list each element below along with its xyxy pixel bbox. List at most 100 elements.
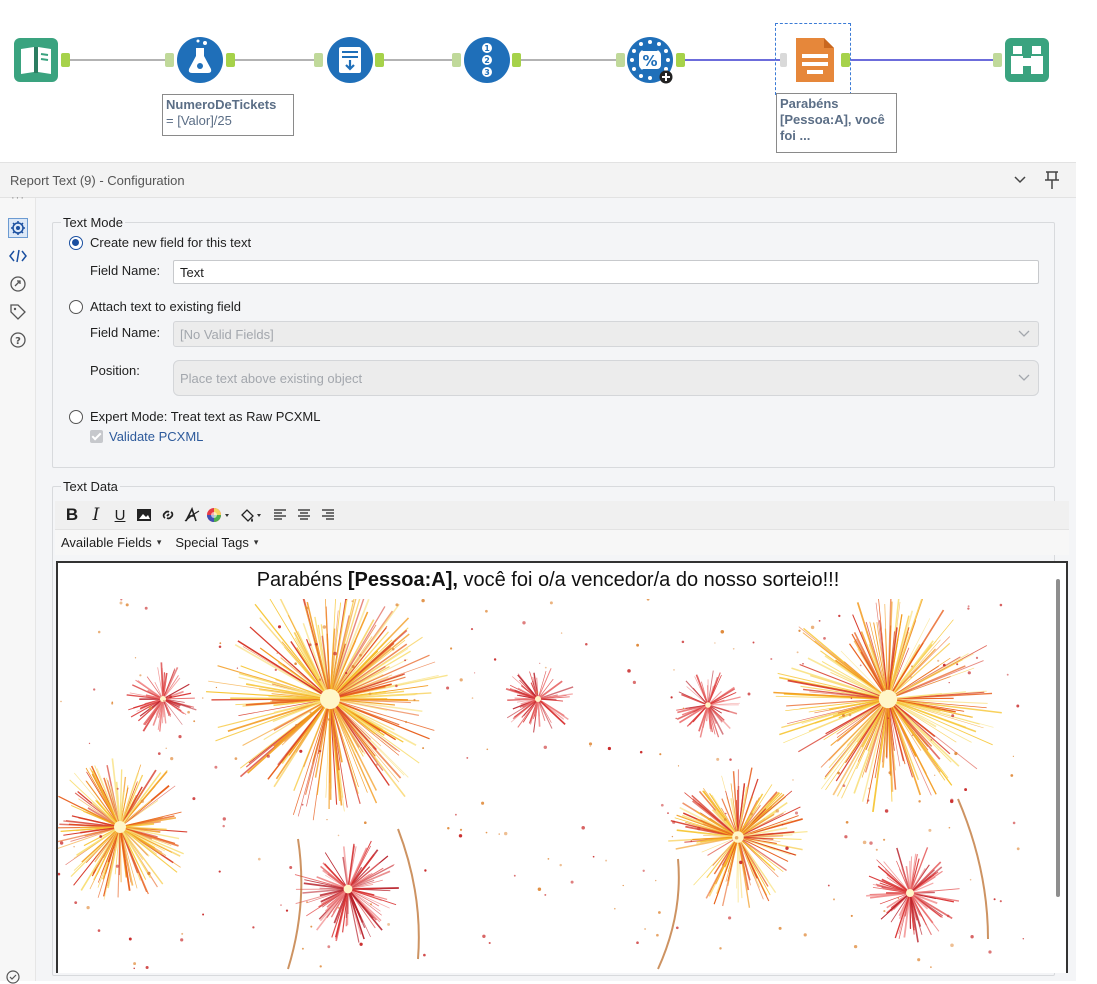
validate-pcxml-checkbox[interactable] bbox=[90, 430, 103, 443]
align-right-icon bbox=[321, 509, 335, 521]
annotation-line: [Pessoa:A], você bbox=[780, 112, 893, 128]
attach-field-radio[interactable] bbox=[69, 300, 83, 314]
expert-mode-radio[interactable] bbox=[69, 410, 83, 424]
input-anchor[interactable] bbox=[780, 53, 787, 67]
annotation-line: foi ... bbox=[780, 128, 893, 144]
configuration-content: Text Mode Create new field for this text… bbox=[36, 198, 1076, 981]
highlight-color-button[interactable] bbox=[237, 504, 267, 526]
percent-dots-icon: % bbox=[626, 36, 674, 84]
align-center-button[interactable] bbox=[293, 504, 315, 526]
font-button[interactable] bbox=[181, 504, 203, 526]
align-left-button[interactable] bbox=[269, 504, 291, 526]
input-data-tool[interactable] bbox=[12, 36, 60, 84]
expert-mode-option[interactable]: Expert Mode: Treat text as Raw PCXML bbox=[69, 409, 320, 424]
image-button[interactable] bbox=[133, 504, 155, 526]
record-id-tool[interactable]: 1 2 3 bbox=[463, 36, 511, 84]
random-sample-tool[interactable]: % bbox=[626, 36, 674, 84]
font-icon bbox=[183, 507, 201, 523]
output-anchor[interactable] bbox=[676, 53, 685, 67]
link-icon bbox=[160, 507, 176, 523]
chevron-down-icon[interactable] bbox=[1013, 172, 1027, 186]
position-select[interactable]: Place text above existing object bbox=[173, 360, 1039, 396]
configuration-header: Report Text (9) - Configuration bbox=[0, 162, 1076, 198]
binoculars-icon bbox=[1003, 36, 1051, 84]
create-field-radio[interactable] bbox=[69, 236, 83, 250]
connection-icon[interactable] bbox=[8, 274, 28, 294]
validate-pcxml-label: Validate PCXML bbox=[109, 429, 203, 444]
special-tags-menu[interactable]: Special Tags ▾ bbox=[175, 535, 258, 550]
svg-text:1: 1 bbox=[484, 44, 490, 53]
input-anchor[interactable] bbox=[314, 53, 323, 67]
available-fields-label: Available Fields bbox=[61, 535, 152, 550]
fireworks-image bbox=[58, 599, 1038, 973]
create-field-option[interactable]: Create new field for this text bbox=[69, 235, 251, 250]
content-suffix: você foi o/a vencedor/a do nosso sorteio… bbox=[458, 569, 839, 591]
attach-field-select[interactable]: [No Valid Fields] bbox=[173, 321, 1039, 347]
svg-text:?: ? bbox=[15, 336, 21, 347]
align-center-icon bbox=[297, 509, 311, 521]
text-mode-legend: Text Mode bbox=[61, 215, 125, 230]
field-name-label: Field Name: bbox=[90, 263, 160, 278]
validate-pcxml-option[interactable]: Validate PCXML bbox=[90, 429, 203, 444]
attach-field-option[interactable]: Attach text to existing field bbox=[69, 299, 241, 314]
formula-annotation[interactable]: NumeroDeTickets = [Valor]/25 bbox=[162, 94, 294, 136]
position-select-value: Place text above existing object bbox=[180, 371, 362, 386]
input-anchor[interactable] bbox=[452, 53, 461, 67]
book-icon bbox=[12, 36, 60, 84]
output-anchor[interactable] bbox=[841, 53, 850, 67]
list-arrow-icon bbox=[326, 36, 374, 84]
content-field-reference: [Pessoa:A], bbox=[348, 569, 458, 591]
link-button[interactable] bbox=[157, 504, 179, 526]
more-icon[interactable]: ··· bbox=[11, 192, 25, 204]
align-right-button[interactable] bbox=[317, 504, 339, 526]
code-icon[interactable] bbox=[8, 246, 28, 266]
special-tags-label: Special Tags bbox=[175, 535, 248, 550]
field-name-input[interactable] bbox=[173, 260, 1039, 284]
paint-bucket-icon bbox=[238, 507, 266, 523]
text-color-button[interactable] bbox=[205, 504, 235, 526]
underline-button[interactable]: U bbox=[109, 504, 131, 526]
report-text-tool[interactable] bbox=[790, 36, 838, 84]
caret-down-icon: ▾ bbox=[157, 537, 162, 548]
input-anchor[interactable] bbox=[616, 53, 625, 67]
input-anchor[interactable] bbox=[993, 53, 1002, 67]
bold-button[interactable]: B bbox=[61, 504, 83, 526]
rich-text-editor[interactable]: Parabéns [Pessoa:A], você foi o/a venced… bbox=[56, 561, 1068, 973]
svg-text:2: 2 bbox=[484, 56, 490, 65]
editor-scrollbar[interactable] bbox=[1056, 579, 1060, 897]
report-text-annotation[interactable]: Parabéns [Pessoa:A], você foi ... bbox=[776, 93, 897, 153]
position-label: Position: bbox=[90, 363, 140, 378]
annotation-line: = [Valor]/25 bbox=[166, 113, 290, 129]
chevron-down-icon bbox=[1018, 330, 1030, 338]
connection-wires bbox=[0, 0, 1097, 162]
help-icon[interactable]: ? bbox=[8, 330, 28, 350]
browse-tool[interactable] bbox=[1003, 36, 1051, 84]
config-side-rail: ··· ? bbox=[0, 198, 36, 981]
svg-text:%: % bbox=[642, 52, 657, 70]
flask-icon bbox=[176, 36, 224, 84]
pin-icon[interactable] bbox=[1044, 170, 1060, 190]
output-anchor[interactable] bbox=[512, 53, 521, 67]
output-anchor[interactable] bbox=[375, 53, 384, 67]
fields-menu-bar: Available Fields ▾ Special Tags ▾ bbox=[55, 529, 1069, 555]
color-wheel-icon bbox=[206, 507, 234, 523]
available-fields-menu[interactable]: Available Fields ▾ bbox=[61, 535, 161, 550]
input-anchor[interactable] bbox=[165, 53, 174, 67]
gear-icon[interactable] bbox=[8, 218, 28, 238]
tag-icon[interactable] bbox=[8, 302, 28, 322]
check-circle-icon bbox=[6, 970, 20, 984]
align-left-icon bbox=[273, 509, 287, 521]
output-anchor[interactable] bbox=[61, 53, 70, 67]
formula-tool[interactable] bbox=[176, 36, 224, 84]
italic-button[interactable]: I bbox=[85, 504, 107, 526]
annotation-line: NumeroDeTickets bbox=[166, 97, 290, 113]
image-icon bbox=[136, 508, 152, 522]
create-field-label: Create new field for this text bbox=[90, 235, 251, 250]
output-anchor[interactable] bbox=[226, 53, 235, 67]
text-data-legend: Text Data bbox=[61, 479, 120, 494]
numbered-list-icon: 1 2 3 bbox=[463, 36, 511, 84]
append-fields-tool[interactable] bbox=[326, 36, 374, 84]
editor-content[interactable]: Parabéns [Pessoa:A], você foi o/a venced… bbox=[58, 569, 1038, 592]
workflow-canvas[interactable]: 1 2 3 % bbox=[0, 0, 1097, 162]
chevron-down-icon bbox=[1018, 374, 1030, 382]
